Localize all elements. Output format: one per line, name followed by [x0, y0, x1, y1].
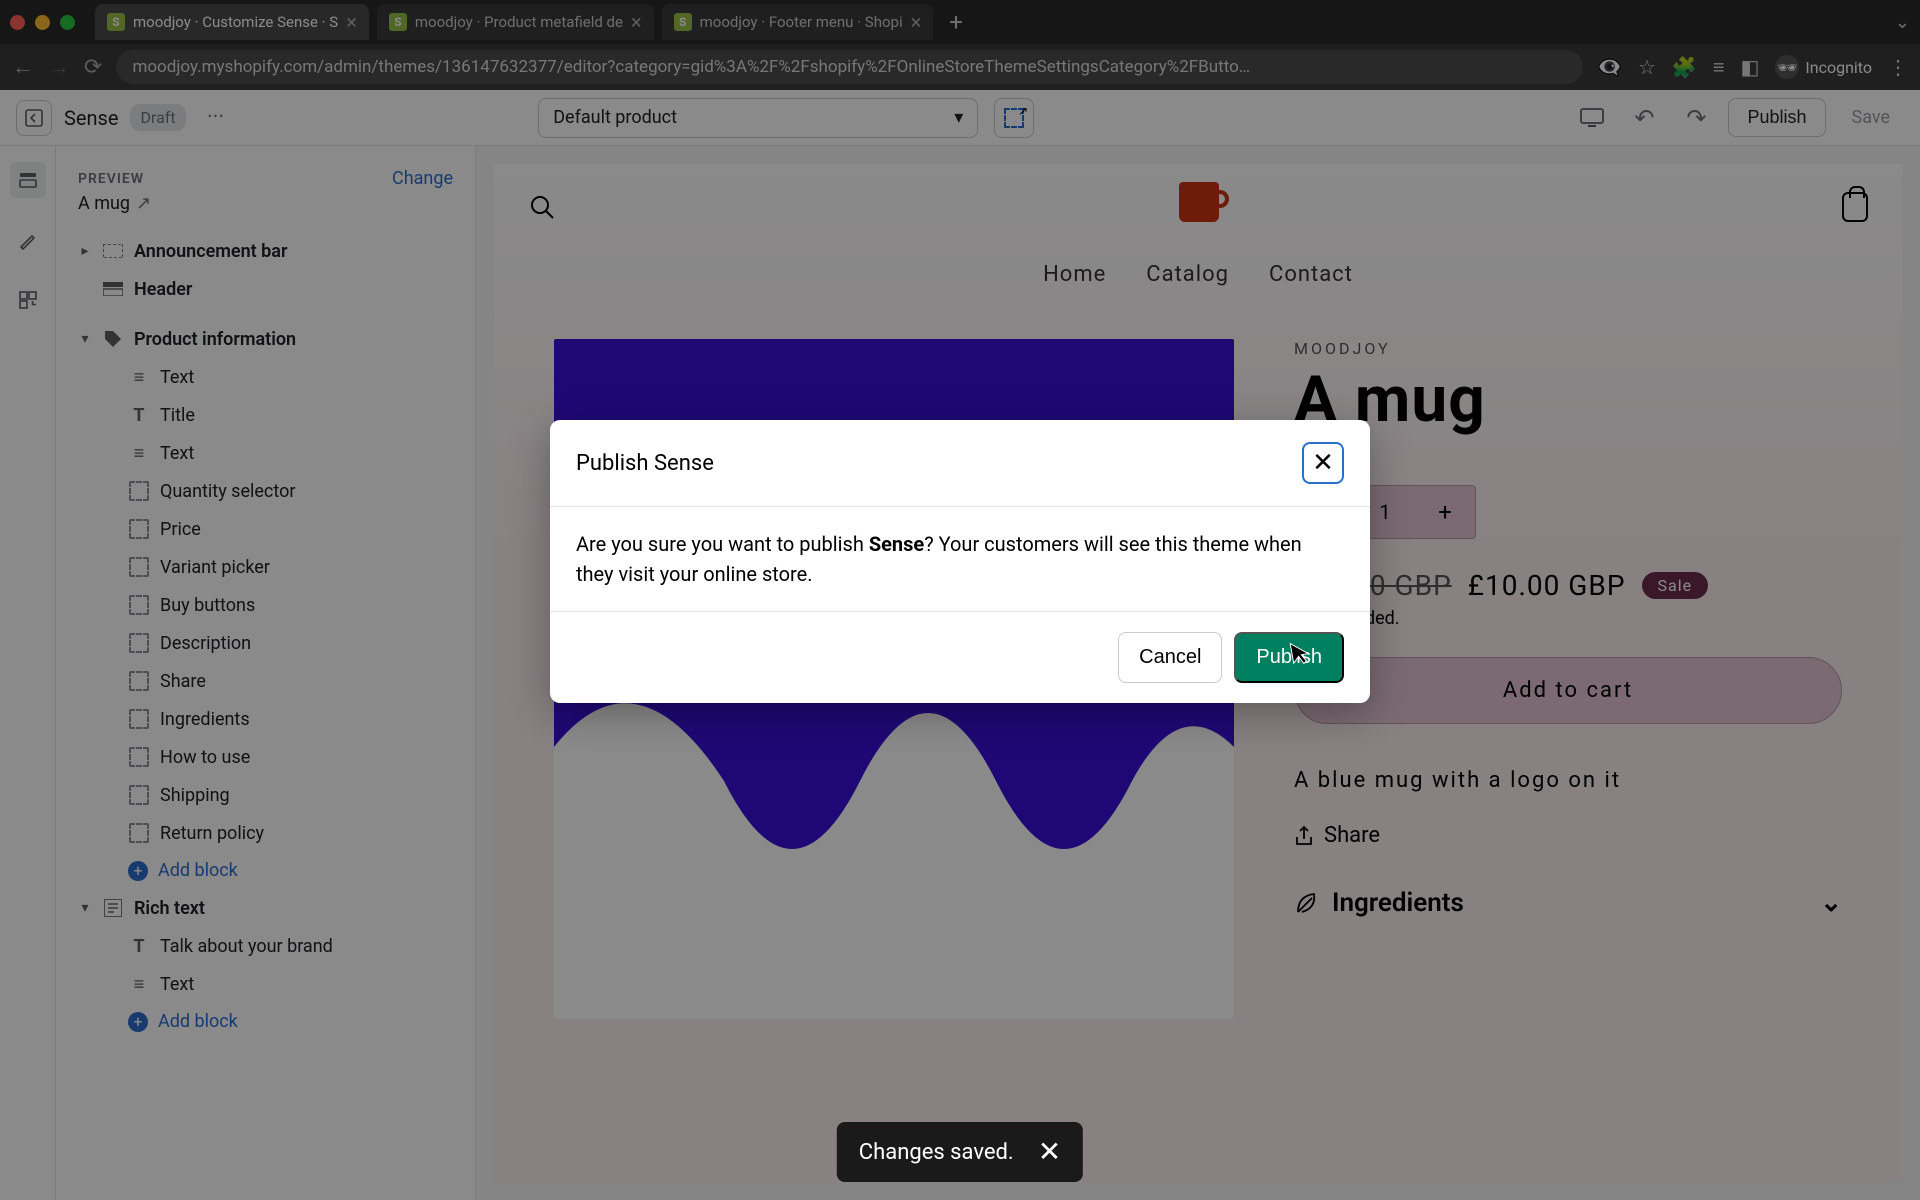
close-icon: ✕	[1312, 448, 1334, 478]
toast-message: Changes saved.	[859, 1140, 1014, 1165]
modal-body: Are you sure you want to publish Sense? …	[550, 507, 1370, 612]
cancel-button[interactable]: Cancel	[1118, 632, 1222, 683]
publish-button[interactable]: Publish	[1234, 632, 1344, 683]
modal-title: Publish Sense	[576, 451, 714, 476]
publish-modal: Publish Sense ✕ Are you sure you want to…	[550, 420, 1370, 703]
mouse-cursor-icon	[1288, 638, 1312, 667]
modal-close-button[interactable]: ✕	[1302, 442, 1344, 484]
modal-overlay[interactable]: Publish Sense ✕ Are you sure you want to…	[0, 0, 1920, 1200]
toast: Changes saved. ✕	[837, 1122, 1083, 1182]
toast-close-button[interactable]: ✕	[1038, 1138, 1061, 1166]
